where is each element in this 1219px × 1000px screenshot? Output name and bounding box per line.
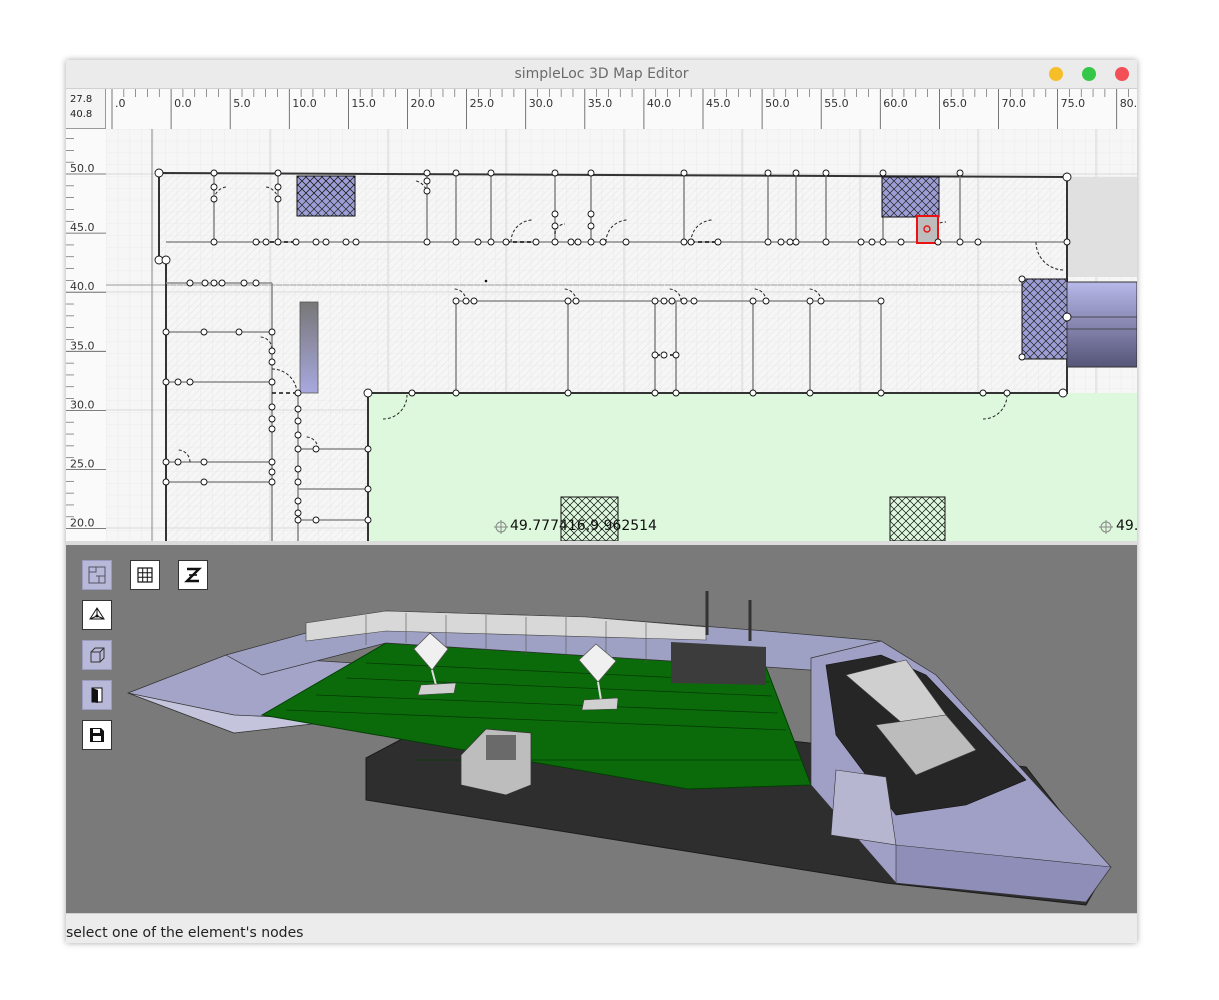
ruler-top: .0 0.0 5.0 10.0 15.0 20.0 25.0 30.0 35.0 40.0 45.0…	[106, 89, 1137, 130]
z-axis-icon	[184, 567, 202, 583]
ruler-top-label: 10.0	[292, 97, 317, 110]
ruler-left-label: 30.0	[70, 398, 95, 411]
title-bar[interactable]: simpleLoc 3D Map Editor	[66, 60, 1137, 89]
grid-icon	[137, 567, 153, 583]
door-icon	[91, 687, 103, 703]
geo-coordinate-label: 49.777416,9.962514	[510, 518, 657, 534]
save-button[interactable]	[82, 720, 112, 750]
ruler-top-label: 65.0	[942, 97, 967, 110]
ruler-top-label: 0.0	[174, 97, 192, 110]
node-3d-icon	[89, 607, 105, 620]
ruler-top-label: 20.0	[411, 97, 436, 110]
save-icon	[90, 728, 104, 742]
maximize-button[interactable]	[1082, 67, 1096, 81]
door-button[interactable]	[82, 680, 112, 710]
ruler-top-label: 25.0	[470, 97, 495, 110]
ruler-top-label: 40.0	[647, 97, 672, 110]
ruler-top-label: 35.0	[588, 97, 613, 110]
ruler-top-label: 5.0	[233, 97, 251, 110]
ruler-top-label: 80.0	[1120, 97, 1137, 110]
cursor-readout: 27.8 40.8	[66, 89, 106, 129]
floorplan-toggle-button[interactable]	[82, 560, 112, 590]
ruler-top-label: 70.0	[1002, 97, 1027, 110]
grid-button[interactable]	[130, 560, 160, 590]
window-title: simpleLoc 3D Map Editor	[514, 66, 689, 82]
geo-coordinate-label-2: 49.	[1116, 518, 1137, 534]
ruler-left-label: 45.0	[70, 221, 95, 234]
ruler-top-label: 45.0	[706, 97, 731, 110]
ruler-top-label: 15.0	[351, 97, 376, 110]
ruler-left: 50.0 45.0 40.0 35.0 30.0 25.0 20.0	[66, 129, 107, 541]
node-3d-button[interactable]	[82, 600, 112, 630]
floorplan-editor[interactable]: 27.8 40.8 .0 0.0 5.0 10.0 15.0 20.0 25.0 30.0 35…	[66, 89, 1137, 541]
ruler-left-label: 50.0	[70, 162, 95, 175]
ruler-top-label: 60.0	[883, 97, 908, 110]
ruler-top-label: 55.0	[824, 97, 849, 110]
ruler-top-label: 75.0	[1061, 97, 1086, 110]
ruler-top-label: 50.0	[765, 97, 790, 110]
ruler-left-label: 35.0	[70, 339, 95, 352]
minimize-button[interactable]	[1049, 67, 1063, 81]
status-message: select one of the element's nodes	[66, 925, 304, 941]
close-button[interactable]	[1115, 67, 1129, 81]
z-axis-button[interactable]	[178, 560, 208, 590]
status-bar: select one of the element's nodes	[66, 913, 1137, 943]
wireframe-cube-icon	[90, 647, 105, 663]
cursor-readout-y: 40.8	[70, 109, 93, 120]
wireframe-button[interactable]	[82, 640, 112, 670]
app-window: simpleLoc 3D Map Editor 27.8 40.8 .0 0.0 5…	[66, 60, 1137, 943]
cursor-readout-x: 27.8	[70, 94, 93, 105]
ruler-left-label: 25.0	[70, 458, 95, 471]
floorplan-toggle-icon	[88, 566, 106, 584]
floorplan-canvas[interactable]: 49.777416,9.962514 49.	[106, 129, 1137, 541]
ruler-left-label: 20.0	[70, 517, 95, 530]
ruler-top-label: 30.0	[529, 97, 554, 110]
ruler-top-label: .0	[115, 97, 126, 110]
3d-view[interactable]	[66, 545, 1137, 913]
ruler-left-label: 40.0	[70, 280, 95, 293]
